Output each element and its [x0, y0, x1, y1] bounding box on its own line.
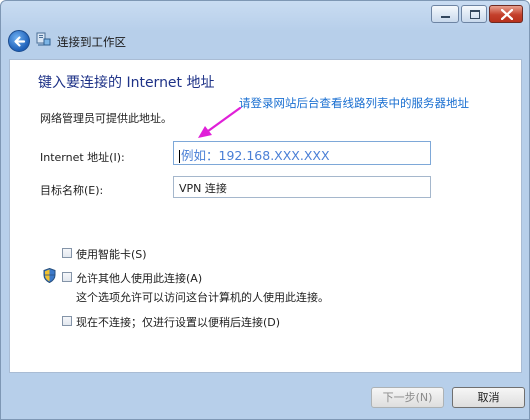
footer-bar: 下一步(N) 取消: [1, 377, 529, 419]
destination-input[interactable]: VPN 连接: [173, 176, 431, 198]
text-caret: [179, 150, 180, 163]
window-title: 连接到工作区: [57, 35, 126, 49]
network-icon: [36, 32, 51, 46]
next-button[interactable]: 下一步(N): [371, 387, 444, 408]
back-arrow-icon: [14, 36, 26, 47]
address-label: Internet 地址(I):: [40, 151, 125, 164]
dialog-window: 连接到工作区 键入要连接的 Internet 地址 请登录网站后台查看线路列表中…: [0, 0, 530, 420]
main-panel: 键入要连接的 Internet 地址 请登录网站后台查看线路列表中的服务器地址 …: [9, 59, 522, 373]
admin-note: 网络管理员可提供此地址。: [40, 112, 172, 125]
connect-later-label[interactable]: 现在不连接；仅进行设置以便稍后连接(D): [76, 314, 280, 330]
allow-others-label[interactable]: 允许其他人使用此连接(A): [76, 270, 202, 286]
destination-label: 目标名称(E):: [40, 184, 104, 197]
allow-others-description: 这个选项允许可以访问这台计算机的人使用此连接。: [76, 291, 329, 304]
pointer-arrow-icon: [198, 106, 242, 138]
cancel-button[interactable]: 取消: [452, 387, 525, 408]
page-heading: 键入要连接的 Internet 地址: [38, 75, 215, 91]
address-value: 例如：192.168.XXX.XXX: [181, 148, 330, 163]
close-icon: [501, 9, 513, 20]
allow-others-checkbox[interactable]: [62, 272, 72, 282]
close-button[interactable]: [489, 5, 523, 23]
connect-later-checkbox[interactable]: [62, 316, 72, 326]
smart-card-label[interactable]: 使用智能卡(S): [76, 246, 147, 262]
smart-card-checkbox[interactable]: [62, 248, 72, 258]
nav-bar: 连接到工作区: [1, 27, 529, 57]
minimize-button[interactable]: [431, 5, 459, 23]
back-button[interactable]: [8, 30, 30, 52]
maximize-button[interactable]: [461, 5, 487, 23]
annotation-text: 请登录网站后台查看线路列表中的服务器地址: [239, 96, 469, 110]
title-bar: [1, 1, 529, 27]
uac-shield-icon: [43, 268, 56, 283]
address-input[interactable]: 例如：192.168.XXX.XXX: [173, 141, 431, 165]
